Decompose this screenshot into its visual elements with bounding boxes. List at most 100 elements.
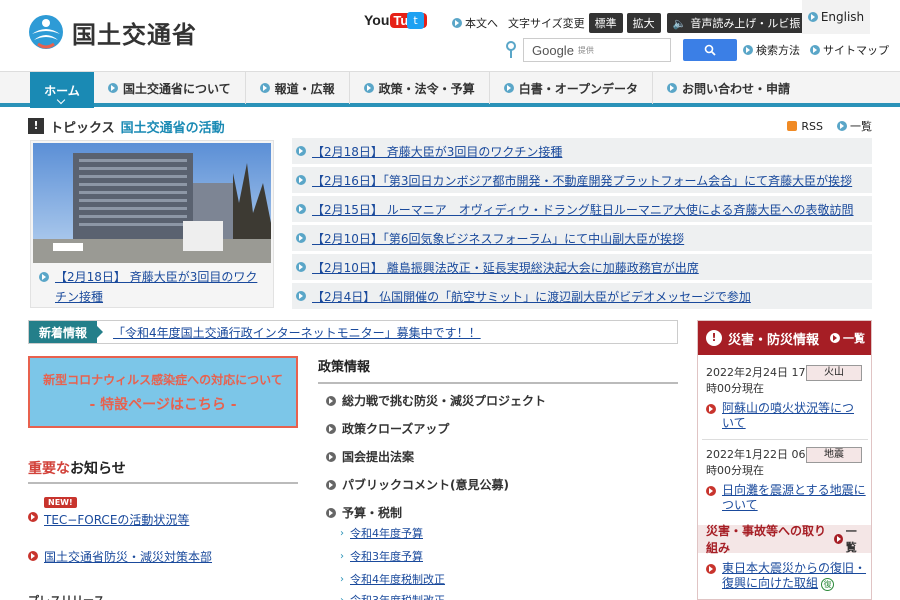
logo-text: 国土交通省: [72, 20, 197, 49]
efforts-all-link[interactable]: 一覧: [833, 523, 865, 555]
search-icon: [704, 44, 716, 56]
search-input[interactable]: Google 提供: [523, 38, 671, 62]
arrow-circle-icon: [326, 423, 336, 434]
arrow-circle-icon: [326, 451, 336, 462]
font-standard-button[interactable]: 標準: [588, 13, 623, 33]
policy-item-bills[interactable]: 国会提出法案: [326, 448, 414, 465]
arrow-circle-icon: [296, 233, 306, 243]
arrow-circle-icon: [296, 175, 306, 185]
topics-all-link[interactable]: 一覧: [837, 118, 872, 134]
list-item[interactable]: 【2月4日】 仏国開催の「航空サミット」に渡辺副大臣がビデオメッセージで参加: [292, 283, 872, 309]
nav-contact[interactable]: お問い合わせ・申請: [653, 72, 804, 104]
earthquake-link[interactable]: 日向灘を震源とする地震について: [706, 483, 866, 513]
list-item[interactable]: 【2月15日】 ルーマニア オヴィディウ・ドラング駐日ルーマニア大使による斉藤大…: [292, 196, 872, 222]
font-size-label: 文字サイズ変更 標準 拡大: [508, 13, 661, 33]
volcano-link[interactable]: 阿蘇山の噴火状況等について: [706, 401, 866, 431]
nav-press[interactable]: 報道・広報: [246, 72, 350, 104]
arrow-circle-icon: [666, 83, 677, 93]
topics-title: トピックス: [50, 120, 115, 136]
disaster-efforts-header: 災害・事故等への取り組み 一覧: [698, 523, 871, 555]
search-row: Google 提供 検索方法 サイトマップ: [505, 38, 899, 62]
list-item[interactable]: 【2月18日】 斉藤大臣が3回目のワクチン接種: [292, 138, 872, 164]
policy-item-public-comment[interactable]: パブリックコメント(意見公募): [326, 476, 509, 493]
twitter-icon[interactable]: t: [407, 12, 424, 29]
policy-info-title: 政策情報: [318, 356, 678, 384]
list-item[interactable]: 【2月16日】「第3回日カンボジア都市開発・不動産開発プラットフォーム会合」にて…: [292, 167, 872, 193]
arrow-circle-icon: [28, 512, 38, 522]
covid-banner-line2: - 特設ページはこちら -: [89, 396, 237, 413]
disaster-all-link[interactable]: 一覧: [830, 330, 865, 346]
exclamation-icon: !: [28, 118, 44, 134]
nav-about[interactable]: 国土交通省について: [94, 72, 246, 104]
featured-caption[interactable]: 【2月18日】 斉藤大臣が3回目のワクチン接種: [39, 267, 267, 307]
voice-reading-button[interactable]: 🔈 音声読み上げ・ルビ振り: [666, 13, 818, 33]
recovery-link[interactable]: 東日本大震災からの復旧・復興に向けた取組復: [706, 561, 866, 591]
arrow-circle-icon: [706, 486, 716, 496]
covid-banner[interactable]: 新型コロナウィルス感染症への対応について - 特設ページはこちら -: [28, 356, 298, 428]
search-button[interactable]: [683, 39, 737, 61]
budget-sub-r3[interactable]: › 令和3年度予算: [340, 548, 423, 564]
nav-policy[interactable]: 政策・法令・予算: [350, 72, 490, 104]
news-link[interactable]: 「令和4年度国土交通行政インターネットモニター」募集中です！！: [113, 324, 481, 341]
english-link[interactable]: English: [802, 0, 870, 34]
important-item-tecforce[interactable]: NEW! TEC−FORCEの活動状況等: [28, 494, 298, 528]
chevron-right-icon: ›: [340, 573, 344, 585]
disaster-panel: ! 災害・防災情報 一覧 2022年2月24日 17 時00分現在 火山 阿蘇山…: [697, 320, 872, 600]
policy-item-closeup[interactable]: 政策クローズアップ: [326, 420, 449, 437]
list-item[interactable]: 【2月10日】 離島振興法改正・延長実現総決起大会に加藤政務官が出席: [292, 254, 872, 280]
nav-whitepaper[interactable]: 白書・オープンデータ: [490, 72, 653, 104]
earthquake-tag: 地震: [806, 447, 862, 463]
skip-to-content-link[interactable]: 本文へ: [452, 15, 498, 31]
policy-item-disaster[interactable]: 総力戦で挑む防災・減災プロジェクト: [326, 392, 546, 409]
arrow-circle-icon: [837, 121, 847, 131]
search-method-link[interactable]: 検索方法: [743, 42, 800, 58]
recovery-icon: 復: [821, 578, 835, 591]
recovery-entry: 東日本大震災からの復旧・復興に向けた取組復: [706, 561, 866, 591]
google-label: Google: [532, 42, 574, 58]
arrow-circle-icon: [833, 534, 843, 544]
policy-item-budget[interactable]: 予算・税制: [326, 504, 402, 521]
budget-sub-r4[interactable]: › 令和4年度予算: [340, 525, 423, 541]
sitemap-link[interactable]: サイトマップ: [810, 42, 889, 58]
tax-sub-r4[interactable]: › 令和4年度税制改正: [340, 571, 445, 587]
featured-photo: [33, 143, 271, 263]
press-release-title: プレスリリース: [28, 592, 104, 600]
arrow-circle-icon: [706, 404, 716, 414]
site-header: 国土交通省 You Tube t 本文へ 文字サイズ変更 標準 拡大 🔈 音声読…: [0, 0, 900, 70]
volcano-tag: 火山: [806, 365, 862, 381]
arrow-circle-icon: [326, 479, 336, 490]
rss-icon: [787, 121, 798, 131]
font-enlarge-button[interactable]: 拡大: [626, 13, 661, 33]
topics-list: 【2月18日】 斉藤大臣が3回目のワクチン接種 【2月16日】「第3回日カンボジ…: [292, 138, 872, 312]
google-provided-label: 提供: [577, 45, 594, 55]
search-links: 検索方法 サイトマップ: [743, 42, 899, 58]
topics-subtitle: 国土交通省の活動: [120, 120, 225, 136]
topics-actions: RSS 一覧: [787, 118, 872, 134]
chevron-right-icon: ›: [340, 527, 344, 539]
global-nav: ホーム 国土交通省について 報道・広報 政策・法令・予算 白書・オープンデータ …: [0, 71, 900, 108]
new-badge: NEW!: [44, 497, 77, 508]
topics-featured[interactable]: 【2月18日】 斉藤大臣が3回目のワクチン接種: [30, 140, 274, 308]
rss-link[interactable]: RSS: [787, 120, 823, 133]
utility-links: 本文へ 文字サイズ変更 標準 拡大 🔈 音声読み上げ・ルビ振り: [452, 13, 818, 33]
arrow-circle-icon: [259, 83, 270, 93]
arrow-circle-icon: [108, 83, 118, 93]
arrow-circle-icon: [503, 83, 514, 93]
list-item[interactable]: 【2月10日】「第6回気象ビジネスフォーラム」にて中山副大臣が挨拶: [292, 225, 872, 251]
arrow-circle-icon: [296, 204, 306, 214]
important-item-hq[interactable]: 国土交通省防災・減災対策本部: [28, 548, 298, 565]
disaster-entry-volcano: 2022年2月24日 17 時00分現在 火山 阿蘇山の噴火状況等について: [706, 365, 866, 431]
nav-home[interactable]: ホーム: [30, 72, 94, 108]
arrow-circle-icon: [706, 564, 716, 574]
arrow-circle-icon: [39, 272, 49, 282]
covid-banner-line1: 新型コロナウィルス感染症への対応について: [43, 372, 283, 387]
site-logo[interactable]: 国土交通省: [28, 14, 197, 50]
disaster-header: ! 災害・防災情報 一覧: [698, 321, 871, 355]
arrow-circle-icon: [296, 262, 306, 272]
news-ticker: 新着情報 「令和4年度国土交通行政インターネットモニター」募集中です！！: [28, 320, 678, 344]
youtube-word: You: [364, 12, 390, 28]
mlit-logo-icon: [28, 14, 64, 50]
arrow-circle-icon: [363, 83, 374, 93]
arrow-circle-icon: [326, 507, 336, 518]
tax-sub-r3[interactable]: › 令和3年度税制改正: [340, 592, 445, 600]
